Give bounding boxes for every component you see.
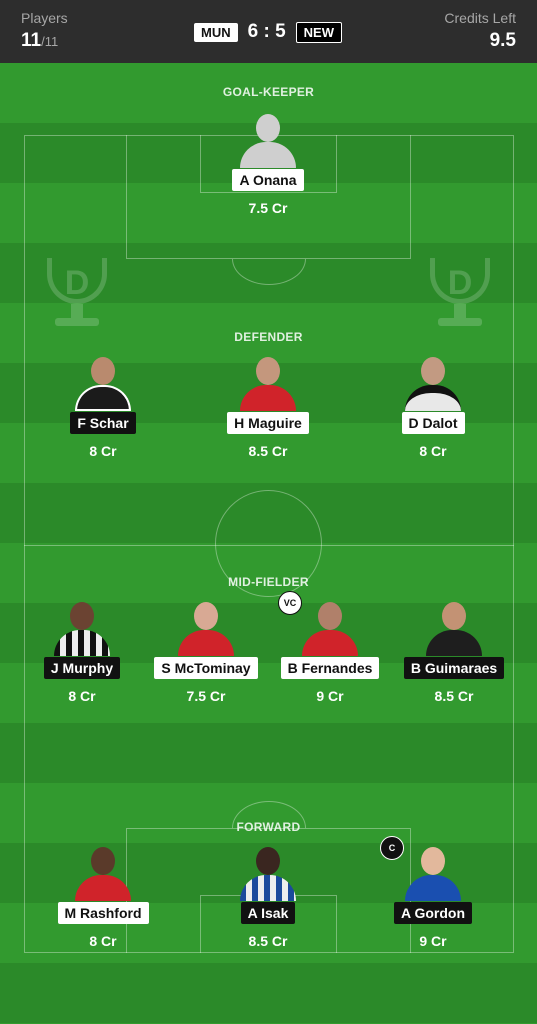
player-avatar — [421, 600, 487, 656]
home-team-badge: MUN — [194, 22, 238, 42]
players-max: /11 — [41, 34, 59, 49]
player-avatar — [70, 355, 136, 411]
player-credit: 8 Cr — [419, 443, 447, 459]
player-credit: 8.5 Cr — [248, 443, 288, 459]
player-card-def[interactable]: D Dalot 8 Cr — [363, 355, 503, 459]
player-name: A Gordon — [393, 902, 473, 924]
away-team-badge: NEW — [295, 21, 342, 43]
player-avatar — [297, 600, 363, 656]
player-credit: 8 Cr — [89, 933, 117, 949]
logo-letter: D — [64, 264, 90, 302]
header-bar: Players 11/11 MUN 6 : 5 NEW Credits Left… — [0, 0, 537, 63]
player-card-mid[interactable]: S McTominay 7.5 Cr — [136, 600, 276, 704]
captain-badge: C — [380, 836, 404, 860]
section-forward: FORWARD — [236, 820, 301, 834]
player-name: H Maguire — [227, 412, 309, 434]
score-separator: : — [263, 21, 270, 42]
player-avatar — [70, 845, 136, 901]
player-credit: 9 Cr — [316, 688, 344, 704]
credits-label: Credits Left — [444, 10, 516, 26]
player-avatar — [235, 845, 301, 901]
player-card-mid[interactable]: J Murphy 8 Cr — [12, 600, 152, 704]
vice-captain-badge: VC — [278, 591, 302, 615]
players-selected: 11 — [21, 30, 42, 51]
match-score: MUN 6 : 5 NEW — [194, 21, 342, 43]
section-defender: DEFENDER — [234, 330, 303, 344]
section-midfielder: MID-FIELDER — [228, 575, 309, 589]
player-credit: 8.5 Cr — [434, 688, 474, 704]
player-credit: 9 Cr — [419, 933, 447, 949]
player-card-fwd[interactable]: M Rashford 8 Cr — [33, 845, 173, 949]
player-name: B Fernandes — [280, 657, 380, 679]
player-name: M Rashford — [57, 902, 149, 924]
score-display: 6 : 5 — [248, 21, 286, 43]
player-name: D Dalot — [401, 412, 465, 434]
player-avatar — [235, 355, 301, 411]
player-avatar — [173, 600, 239, 656]
player-credit: 8.5 Cr — [248, 933, 288, 949]
player-card-fwd[interactable]: A Gordon 9 Cr — [363, 845, 503, 949]
player-name: A Isak — [240, 902, 296, 924]
dream11-logo-icon: D — [420, 254, 500, 334]
player-avatar — [49, 600, 115, 656]
player-credit: 7.5 Cr — [186, 688, 226, 704]
player-card-mid[interactable]: B Guimaraes 8.5 Cr — [384, 600, 524, 704]
player-avatar — [400, 355, 466, 411]
player-name: A Onana — [232, 169, 304, 191]
player-card-def[interactable]: F Schar 8 Cr — [33, 355, 173, 459]
player-name: B Guimaraes — [403, 657, 505, 679]
player-credit: 8 Cr — [68, 688, 96, 704]
credits-counter: Credits Left 9.5 — [444, 10, 516, 52]
credits-value: 9.5 — [489, 30, 516, 51]
logo-letter: D — [447, 264, 473, 302]
player-card-gk[interactable]: A Onana 7.5 Cr — [198, 112, 338, 216]
dream11-logo-icon: D — [37, 254, 117, 334]
player-avatar — [400, 845, 466, 901]
players-count: 11/11 — [21, 30, 68, 52]
player-credit: 8 Cr — [89, 443, 117, 459]
player-card-mid[interactable]: B Fernandes 9 Cr — [260, 600, 400, 704]
player-card-fwd[interactable]: A Isak 8.5 Cr — [198, 845, 338, 949]
player-placeholder-icon — [235, 112, 301, 168]
section-goalkeeper: GOAL-KEEPER — [222, 85, 315, 99]
player-name: F Schar — [70, 412, 136, 434]
away-score: 5 — [275, 21, 286, 42]
player-name: S McTominay — [154, 657, 258, 679]
players-counter: Players 11/11 — [21, 10, 68, 52]
home-score: 6 — [247, 21, 259, 42]
player-card-def[interactable]: H Maguire 8.5 Cr — [198, 355, 338, 459]
player-name: J Murphy — [43, 657, 121, 679]
player-credit: 7.5 Cr — [248, 200, 288, 216]
players-label: Players — [21, 10, 68, 26]
